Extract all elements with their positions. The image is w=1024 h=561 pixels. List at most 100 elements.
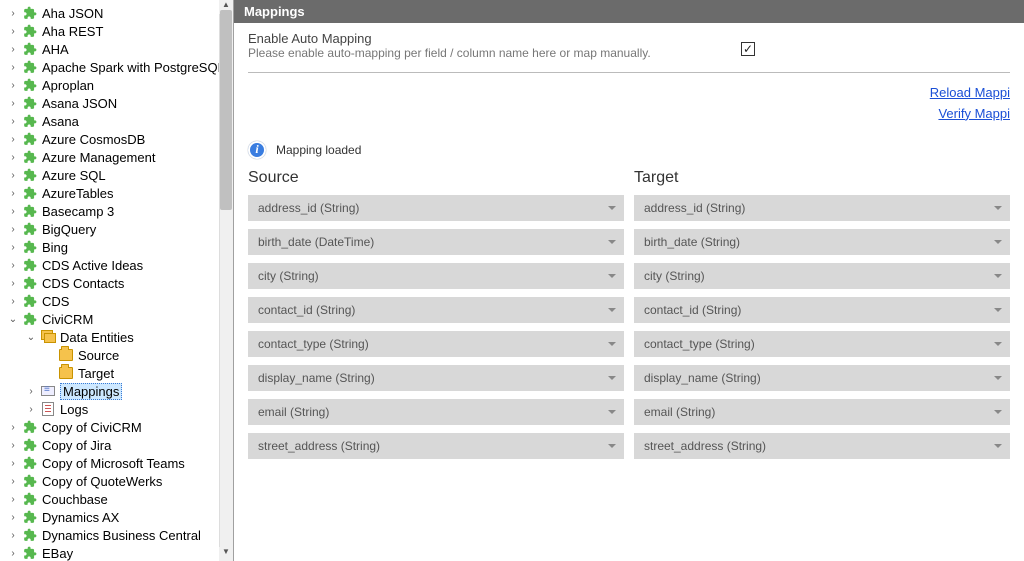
tree-item-label: EBay bbox=[42, 546, 73, 561]
tree-item[interactable]: › CDS Contacts bbox=[0, 274, 233, 292]
tree-item[interactable]: › Asana bbox=[0, 112, 233, 130]
auto-mapping-subtitle: Please enable auto-mapping per field / c… bbox=[248, 46, 718, 62]
tree-item[interactable]: › Azure CosmosDB bbox=[0, 130, 233, 148]
tree-item[interactable]: › Dynamics Business Central bbox=[0, 526, 233, 544]
expand-chevron-icon[interactable]: › bbox=[4, 170, 22, 181]
target-field-dropdown[interactable]: email (String) bbox=[634, 399, 1010, 425]
tree-item[interactable]: › BigQuery bbox=[0, 220, 233, 238]
source-field-dropdown[interactable]: contact_id (String) bbox=[248, 297, 624, 323]
source-field-dropdown[interactable]: contact_type (String) bbox=[248, 331, 624, 357]
reload-mappings-link[interactable]: Reload Mappi bbox=[248, 85, 1010, 100]
tree-item[interactable]: › AHA bbox=[0, 40, 233, 58]
expand-chevron-icon[interactable]: › bbox=[4, 530, 22, 541]
source-field-dropdown[interactable]: birth_date (DateTime) bbox=[248, 229, 624, 255]
tree-item[interactable]: › Copy of Jira bbox=[0, 436, 233, 454]
puzzle-icon bbox=[22, 239, 38, 255]
expand-chevron-icon[interactable]: › bbox=[4, 476, 22, 487]
target-field-dropdown[interactable]: birth_date (String) bbox=[634, 229, 1010, 255]
expand-chevron-icon[interactable]: › bbox=[4, 26, 22, 37]
tree-item[interactable]: ›Logs bbox=[0, 400, 233, 418]
target-field-dropdown[interactable]: address_id (String) bbox=[634, 195, 1010, 221]
source-field-dropdown[interactable]: display_name (String) bbox=[248, 365, 624, 391]
target-field-dropdown[interactable]: street_address (String) bbox=[634, 433, 1010, 459]
scroll-down-arrow[interactable]: ▼ bbox=[219, 547, 233, 561]
expand-chevron-icon[interactable]: › bbox=[4, 98, 22, 109]
source-field-dropdown[interactable]: address_id (String) bbox=[248, 195, 624, 221]
target-field-dropdown[interactable]: contact_id (String) bbox=[634, 297, 1010, 323]
tree-item[interactable]: › CDS bbox=[0, 292, 233, 310]
expand-chevron-icon[interactable]: › bbox=[4, 260, 22, 271]
expand-chevron-icon[interactable]: › bbox=[22, 386, 40, 397]
auto-mapping-checkbox[interactable]: ✓ bbox=[741, 42, 755, 56]
tree-item[interactable]: Target bbox=[0, 364, 233, 382]
target-field-dropdown[interactable]: city (String) bbox=[634, 263, 1010, 289]
tree-item[interactable]: › Aha JSON bbox=[0, 4, 233, 22]
tree-item[interactable]: › Asana JSON bbox=[0, 94, 233, 112]
expand-chevron-icon[interactable]: › bbox=[4, 440, 22, 451]
expand-chevron-icon[interactable]: › bbox=[4, 512, 22, 523]
auto-mapping-row: Enable Auto Mapping Please enable auto-m… bbox=[248, 31, 1010, 73]
source-field-dropdown[interactable]: street_address (String) bbox=[248, 433, 624, 459]
expand-chevron-icon[interactable]: › bbox=[4, 188, 22, 199]
tree-item-label: AzureTables bbox=[42, 186, 114, 201]
expand-chevron-icon[interactable]: › bbox=[4, 206, 22, 217]
tree-item[interactable]: › Couchbase bbox=[0, 490, 233, 508]
expand-chevron-icon[interactable]: › bbox=[4, 134, 22, 145]
tree-item[interactable]: › Copy of QuoteWerks bbox=[0, 472, 233, 490]
tree-item[interactable]: › Aha REST bbox=[0, 22, 233, 40]
tree-item[interactable]: ⌄Data Entities bbox=[0, 328, 233, 346]
tree-item-label: Aha JSON bbox=[42, 6, 103, 21]
tree-item-label: Source bbox=[78, 348, 119, 363]
tree-item[interactable]: › Basecamp 3 bbox=[0, 202, 233, 220]
tree-item[interactable]: › Bing bbox=[0, 238, 233, 256]
tree-item[interactable]: ⌄ CiviCRM bbox=[0, 310, 233, 328]
target-field-dropdown[interactable]: display_name (String) bbox=[634, 365, 1010, 391]
expand-chevron-icon[interactable]: ⌄ bbox=[22, 332, 40, 343]
expand-chevron-icon[interactable]: › bbox=[4, 278, 22, 289]
tree-item[interactable]: › CDS Active Ideas bbox=[0, 256, 233, 274]
tree-item[interactable]: › EBay bbox=[0, 544, 233, 561]
expand-chevron-icon[interactable]: › bbox=[4, 152, 22, 163]
puzzle-icon bbox=[22, 509, 38, 525]
tree-scrollbar[interactable]: ▲ ▼ bbox=[219, 0, 233, 561]
expand-chevron-icon[interactable]: › bbox=[4, 296, 22, 307]
scroll-thumb[interactable] bbox=[220, 10, 232, 210]
tree-item-label: Azure CosmosDB bbox=[42, 132, 145, 147]
tree-item[interactable]: › Copy of Microsoft Teams bbox=[0, 454, 233, 472]
tree-item-label: AHA bbox=[42, 42, 69, 57]
puzzle-icon bbox=[22, 257, 38, 273]
tree-item[interactable]: › Azure Management bbox=[0, 148, 233, 166]
expand-chevron-icon[interactable]: › bbox=[4, 422, 22, 433]
tree-item[interactable]: › Aproplan bbox=[0, 76, 233, 94]
tree-item-label: Dynamics AX bbox=[42, 510, 119, 525]
expand-chevron-icon[interactable]: › bbox=[4, 224, 22, 235]
expand-chevron-icon[interactable]: › bbox=[4, 8, 22, 19]
expand-chevron-icon[interactable]: › bbox=[4, 62, 22, 73]
puzzle-icon bbox=[22, 5, 38, 21]
tree-item[interactable]: ›Mappings bbox=[0, 382, 233, 400]
expand-chevron-icon[interactable]: ⌄ bbox=[4, 314, 22, 325]
tree-item[interactable]: › Azure SQL bbox=[0, 166, 233, 184]
puzzle-icon bbox=[22, 293, 38, 309]
expand-chevron-icon[interactable]: › bbox=[4, 494, 22, 505]
expand-chevron-icon[interactable]: › bbox=[4, 44, 22, 55]
expand-chevron-icon[interactable]: › bbox=[4, 116, 22, 127]
connection-tree[interactable]: › Aha JSON› Aha REST› AHA› Apache Spark … bbox=[0, 0, 233, 561]
expand-chevron-icon[interactable]: › bbox=[22, 404, 40, 415]
target-field-dropdown[interactable]: contact_type (String) bbox=[634, 331, 1010, 357]
expand-chevron-icon[interactable]: › bbox=[4, 548, 22, 559]
tree-item[interactable]: › Apache Spark with PostgreSQL bbox=[0, 58, 233, 76]
expand-chevron-icon[interactable]: › bbox=[4, 242, 22, 253]
expand-chevron-icon[interactable]: › bbox=[4, 80, 22, 91]
source-field-dropdown[interactable]: email (String) bbox=[248, 399, 624, 425]
mapping-links: Reload Mappi Verify Mappi bbox=[248, 85, 1010, 121]
expand-chevron-icon[interactable]: › bbox=[4, 458, 22, 469]
verify-mappings-link[interactable]: Verify Mappi bbox=[248, 106, 1010, 121]
tree-item[interactable]: › AzureTables bbox=[0, 184, 233, 202]
tree-item-label: Aproplan bbox=[42, 78, 94, 93]
source-field-dropdown[interactable]: city (String) bbox=[248, 263, 624, 289]
tree-item[interactable]: Source bbox=[0, 346, 233, 364]
puzzle-icon bbox=[22, 77, 38, 93]
tree-item[interactable]: › Dynamics AX bbox=[0, 508, 233, 526]
tree-item[interactable]: › Copy of CiviCRM bbox=[0, 418, 233, 436]
